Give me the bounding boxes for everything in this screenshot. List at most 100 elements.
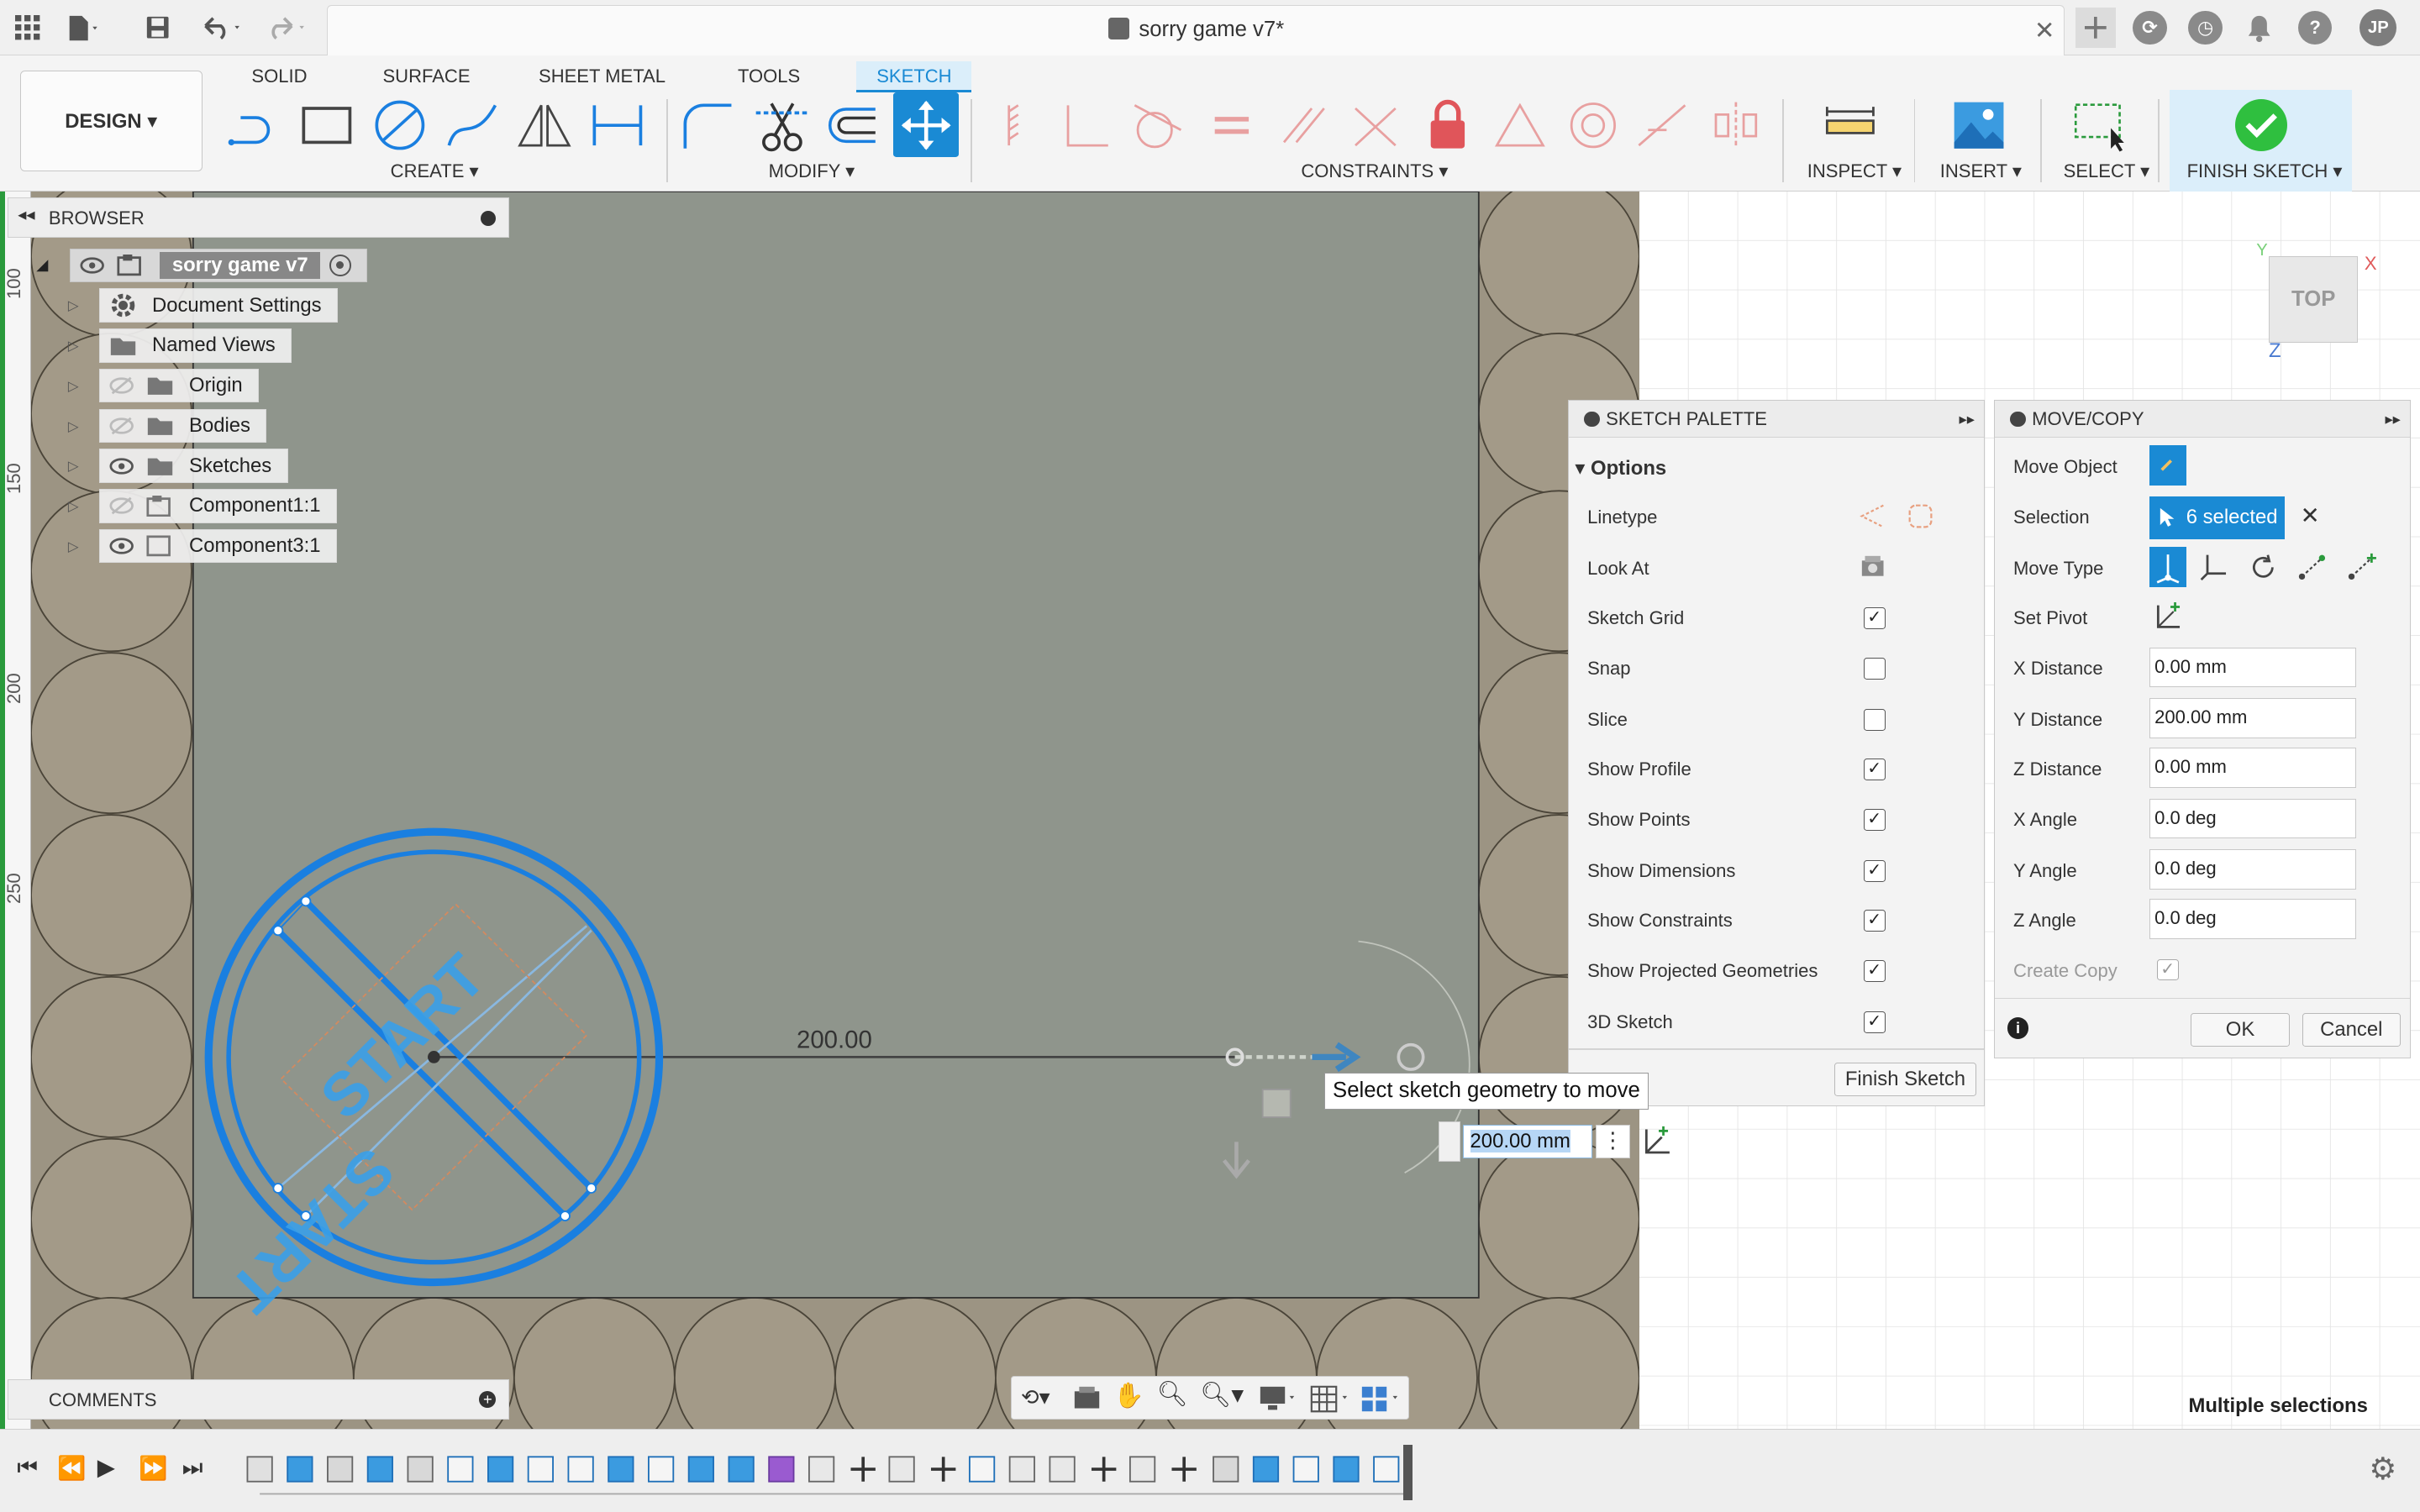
measure-tool-icon[interactable] bbox=[1821, 96, 1880, 155]
expand-panel-icon[interactable]: ▸▸ bbox=[2385, 401, 2400, 438]
expand-triangle-icon[interactable]: ▷ bbox=[68, 538, 83, 557]
comments-panel-header[interactable]: COMMENTS + bbox=[8, 1379, 510, 1420]
point-to-position-icon[interactable] bbox=[2347, 552, 2378, 583]
coincident-constraint-icon[interactable] bbox=[987, 96, 1046, 155]
fix-constraint-icon[interactable] bbox=[1418, 96, 1477, 155]
circle-tool-icon[interactable] bbox=[371, 96, 429, 155]
symmetry-constraint-icon[interactable] bbox=[1707, 96, 1765, 155]
3d-sketch-checkbox[interactable]: ✓ bbox=[1863, 1011, 1886, 1033]
sketch-grid-checkbox[interactable]: ✓ bbox=[1863, 606, 1886, 629]
view-cube-face[interactable]: TOP bbox=[2268, 255, 2359, 343]
browser-item-origin[interactable]: Origin bbox=[98, 368, 260, 403]
finish-sketch-button[interactable]: Finish Sketch bbox=[1833, 1062, 1976, 1097]
sketch-area[interactable]: 200.00 START START bbox=[30, 191, 1639, 1429]
browser-item-bodies[interactable]: Bodies bbox=[98, 408, 267, 444]
step-forward-icon[interactable]: ⏩ bbox=[139, 1454, 167, 1482]
go-to-start-icon[interactable]: ⏮ bbox=[17, 1454, 38, 1482]
constraints-menu[interactable]: CONSTRAINTS ▾ bbox=[1301, 160, 1448, 182]
move-object-button[interactable] bbox=[2149, 444, 2186, 486]
zoom-window-icon[interactable]: 🔍︎▾ bbox=[1200, 1380, 1244, 1410]
spline-tool-icon[interactable] bbox=[443, 96, 502, 155]
horizontal-vertical-constraint-icon[interactable] bbox=[1633, 96, 1691, 155]
tab-solid[interactable]: SOLID bbox=[245, 61, 313, 92]
timeline-features[interactable] bbox=[241, 1451, 1414, 1497]
undo-icon[interactable] bbox=[197, 11, 250, 45]
notifications-icon[interactable] bbox=[2243, 11, 2276, 45]
options-section-header[interactable]: ▾ Options bbox=[1575, 456, 1666, 480]
browser-item-component3[interactable]: Component3:1 bbox=[98, 528, 337, 564]
expand-triangle-icon[interactable]: ▷ bbox=[68, 378, 83, 396]
play-icon[interactable]: ▶ bbox=[97, 1454, 115, 1481]
orbit-icon[interactable]: ⟲▾ bbox=[1021, 1385, 1050, 1410]
insert-image-icon[interactable] bbox=[1949, 96, 2008, 155]
concentric-constraint-icon[interactable] bbox=[1564, 96, 1623, 155]
tangent-constraint-icon[interactable] bbox=[1128, 96, 1187, 155]
eye-hidden-icon[interactable] bbox=[109, 496, 134, 515]
expand-triangle-icon[interactable]: ▷ bbox=[68, 338, 83, 356]
dimension-tool-icon[interactable] bbox=[588, 96, 647, 155]
slice-checkbox[interactable] bbox=[1863, 709, 1886, 731]
sketch-palette-header[interactable]: SKETCH PALETTE ▸▸ bbox=[1569, 400, 1984, 438]
save-icon[interactable] bbox=[140, 11, 174, 45]
view-cube[interactable]: TOP Y X Z bbox=[2254, 241, 2376, 365]
close-icon[interactable]: ✕ bbox=[2034, 16, 2055, 45]
add-comment-icon[interactable]: + bbox=[479, 1390, 497, 1409]
eye-icon[interactable] bbox=[109, 457, 134, 475]
collapse-triangle-icon[interactable]: ◢ bbox=[36, 255, 48, 274]
offset-tool-icon[interactable] bbox=[823, 96, 881, 155]
file-icon[interactable] bbox=[66, 11, 100, 45]
browser-root-item[interactable]: ◢ sorry game v7 bbox=[36, 248, 368, 283]
show-constraints-checkbox[interactable]: ✓ bbox=[1863, 909, 1886, 932]
rectangle-tool-icon[interactable] bbox=[297, 96, 356, 155]
distance-input[interactable]: 200.00 mm bbox=[1463, 1124, 1593, 1159]
timeline-marker[interactable] bbox=[1402, 1445, 1413, 1501]
minimize-icon[interactable] bbox=[2010, 411, 2026, 427]
snap-checkbox[interactable] bbox=[1863, 658, 1886, 680]
equal-constraint-icon[interactable] bbox=[1202, 96, 1261, 155]
browser-item-named-views[interactable]: Named Views bbox=[98, 328, 292, 363]
collinear-constraint-icon[interactable] bbox=[1346, 96, 1405, 155]
activate-radio-icon[interactable] bbox=[329, 255, 352, 276]
eye-hidden-icon[interactable] bbox=[109, 417, 134, 435]
expand-triangle-icon[interactable]: ▷ bbox=[68, 297, 83, 316]
select-menu[interactable]: SELECT ▾ bbox=[2064, 160, 2150, 182]
expand-triangle-icon[interactable]: ▷ bbox=[68, 498, 83, 517]
eye-hidden-icon[interactable] bbox=[109, 376, 134, 395]
cancel-button[interactable]: Cancel bbox=[2302, 1012, 2402, 1047]
info-icon[interactable]: i bbox=[2007, 1017, 2029, 1040]
new-tab-icon[interactable] bbox=[2075, 8, 2117, 48]
midpoint-constraint-icon[interactable] bbox=[1491, 96, 1549, 155]
show-projected-geometries-checkbox[interactable]: ✓ bbox=[1863, 960, 1886, 983]
expand-panel-icon[interactable]: ▸▸ bbox=[1960, 401, 1975, 438]
show-profile-checkbox[interactable]: ✓ bbox=[1863, 758, 1886, 780]
help-icon[interactable]: ? bbox=[2297, 10, 2333, 45]
clear-selection-icon[interactable]: ✕ bbox=[2301, 502, 2320, 529]
perpendicular-constraint-icon[interactable] bbox=[1059, 96, 1118, 155]
browser-panel-header[interactable]: ◂◂ BROWSER bbox=[8, 197, 510, 238]
x-distance-field[interactable]: 0.00 mm bbox=[2149, 647, 2356, 688]
extensions-icon[interactable]: ⟳ bbox=[2133, 10, 2167, 45]
tab-sketch[interactable]: SKETCH bbox=[856, 61, 972, 93]
viewports-icon[interactable] bbox=[1360, 1385, 1403, 1413]
eye-icon[interactable] bbox=[80, 256, 104, 275]
pin-icon[interactable] bbox=[481, 210, 497, 227]
window-select-icon[interactable] bbox=[2071, 96, 2130, 155]
z-distance-field[interactable]: 0.00 mm bbox=[2149, 747, 2356, 788]
z-angle-field[interactable]: 0.0 deg bbox=[2149, 898, 2356, 939]
step-back-icon[interactable]: ⏪ bbox=[57, 1454, 86, 1482]
point-to-point-icon[interactable] bbox=[2297, 552, 2328, 583]
look-at-icon[interactable] bbox=[1860, 554, 1885, 579]
zoom-icon[interactable]: 🔍︎ bbox=[1157, 1380, 1188, 1409]
job-status-icon[interactable]: ◷ bbox=[2188, 10, 2223, 45]
show-points-checkbox[interactable]: ✓ bbox=[1863, 809, 1886, 832]
rotate-icon[interactable] bbox=[2248, 552, 2279, 583]
create-copy-checkbox[interactable]: ✓ bbox=[2156, 958, 2179, 981]
create-menu[interactable]: CREATE ▾ bbox=[391, 160, 479, 182]
free-move-button[interactable] bbox=[2149, 547, 2186, 587]
tab-sheet-metal[interactable]: SHEET METAL bbox=[533, 61, 672, 92]
browser-item-sketches[interactable]: Sketches bbox=[98, 449, 288, 483]
trim-tool-icon[interactable] bbox=[753, 96, 812, 155]
show-dimensions-checkbox[interactable]: ✓ bbox=[1863, 860, 1886, 882]
redo-icon[interactable] bbox=[262, 11, 314, 45]
collapse-arrows-icon[interactable]: ◂◂ bbox=[18, 204, 34, 225]
